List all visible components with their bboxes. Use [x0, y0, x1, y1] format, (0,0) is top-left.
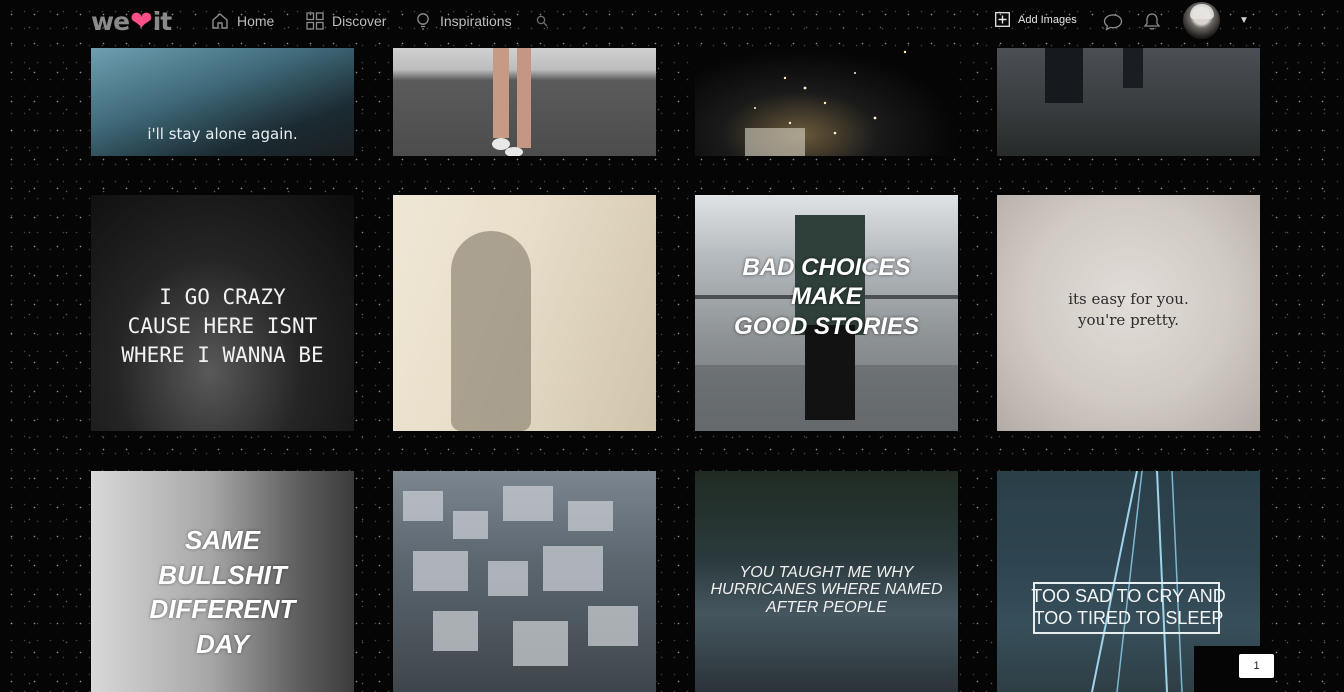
search-button[interactable] [536, 14, 548, 32]
nav-inspirations[interactable]: Inspirations [414, 10, 512, 32]
image-caption: I GO CRAZY CAUSE HERE ISNT WHERE I WANNA… [91, 283, 354, 370]
image-card[interactable]: i'll stay alone again. [91, 48, 354, 156]
image-card[interactable] [997, 48, 1260, 156]
image-card[interactable]: its easy for you. you're pretty. [997, 195, 1260, 431]
top-navigation-bar: we ❤ it Home Discover Inspirations Add I… [0, 0, 1344, 44]
add-images-button[interactable]: Add Images [995, 12, 1077, 27]
image-card[interactable] [393, 471, 656, 692]
caption-line: TOO TIRED TO SLEEP [1033, 607, 1224, 628]
bell-icon [1143, 13, 1161, 30]
nav-discover[interactable]: Discover [306, 10, 386, 32]
nav-home[interactable]: Home [211, 10, 274, 32]
image-card[interactable]: I GO CRAZY CAUSE HERE ISNT WHERE I WANNA… [91, 195, 354, 431]
weheartit-logo[interactable]: we ❤ it [91, 5, 173, 37]
nav-inspirations-label: Inspirations [440, 13, 512, 29]
lightbulb-icon [417, 13, 429, 30]
caption-line: DAY [196, 628, 249, 659]
image-legs-on-road [492, 48, 531, 156]
image-card[interactable]: SAME BULLSHIT DIFFERENT DAY [91, 471, 354, 692]
image-card[interactable] [393, 195, 656, 431]
image-caption: BAD CHOICES MAKE GOOD STORIES [695, 253, 958, 341]
image-city-lights [745, 50, 907, 156]
image-field-people [1045, 48, 1143, 103]
caption-line: you're pretty. [1077, 311, 1180, 329]
caption-line: HURRICANES WHERE NAMED [710, 581, 943, 599]
page-indicator: 1 [1194, 646, 1275, 692]
heart-icon: ❤ [130, 5, 153, 37]
image-caption: its easy for you. you're pretty. [997, 289, 1260, 331]
caption-line: I GO CRAZY [159, 285, 286, 309]
caption-line: YOU TAUGHT ME WHY [739, 564, 914, 581]
plus-square-icon [995, 12, 1010, 27]
search-icon [536, 15, 548, 27]
nav-home-label: Home [237, 13, 275, 29]
caption-line: TOO SAD TO CRY AND [1031, 586, 1226, 606]
home-icon [212, 13, 228, 29]
image-caption: YOU TAUGHT ME WHY HURRICANES WHERE NAMED… [695, 564, 958, 616]
image-caption: TOO SAD TO CRY AND TOO TIRED TO SLEEP [997, 586, 1260, 630]
caption-line: DIFFERENT [149, 594, 296, 625]
image-card[interactable] [393, 48, 656, 156]
notifications-button[interactable] [1143, 12, 1161, 36]
image-city-buildings [403, 486, 638, 666]
image-card[interactable]: BAD CHOICES MAKE GOOD STORIES [695, 195, 958, 431]
image-caption: SAME BULLSHIT DIFFERENT DAY [91, 523, 354, 661]
nav-discover-label: Discover [332, 13, 387, 29]
image-card[interactable]: YOU TAUGHT ME WHY HURRICANES WHERE NAMED… [695, 471, 958, 692]
image-card[interactable] [695, 48, 958, 156]
image-caption: i'll stay alone again. [147, 125, 298, 143]
chat-icon [1103, 14, 1123, 31]
caption-line: AFTER PEOPLE [766, 598, 887, 616]
add-images-label: Add Images [1018, 13, 1077, 26]
image-silhouette-shadow [451, 231, 531, 431]
caption-line: BULLSHIT [158, 559, 287, 590]
caption-line: its easy for you. [1068, 290, 1189, 308]
discover-grid-icon [306, 12, 324, 30]
user-avatar[interactable] [1183, 2, 1220, 39]
caption-line: SAME [184, 525, 261, 555]
logo-text-it: it [152, 6, 173, 36]
caret-down-icon[interactable]: ▼ [1239, 15, 1249, 26]
caption-line: BAD CHOICES [742, 254, 911, 281]
logo-text-we: we [91, 6, 130, 36]
caption-line: CAUSE HERE ISNT [127, 313, 318, 338]
caption-line: MAKE [791, 283, 862, 311]
page-number[interactable]: 1 [1239, 654, 1274, 678]
caption-line: GOOD STORIES [734, 312, 919, 340]
caption-line: WHERE I WANNA BE [121, 342, 324, 367]
messages-button[interactable] [1103, 13, 1123, 36]
